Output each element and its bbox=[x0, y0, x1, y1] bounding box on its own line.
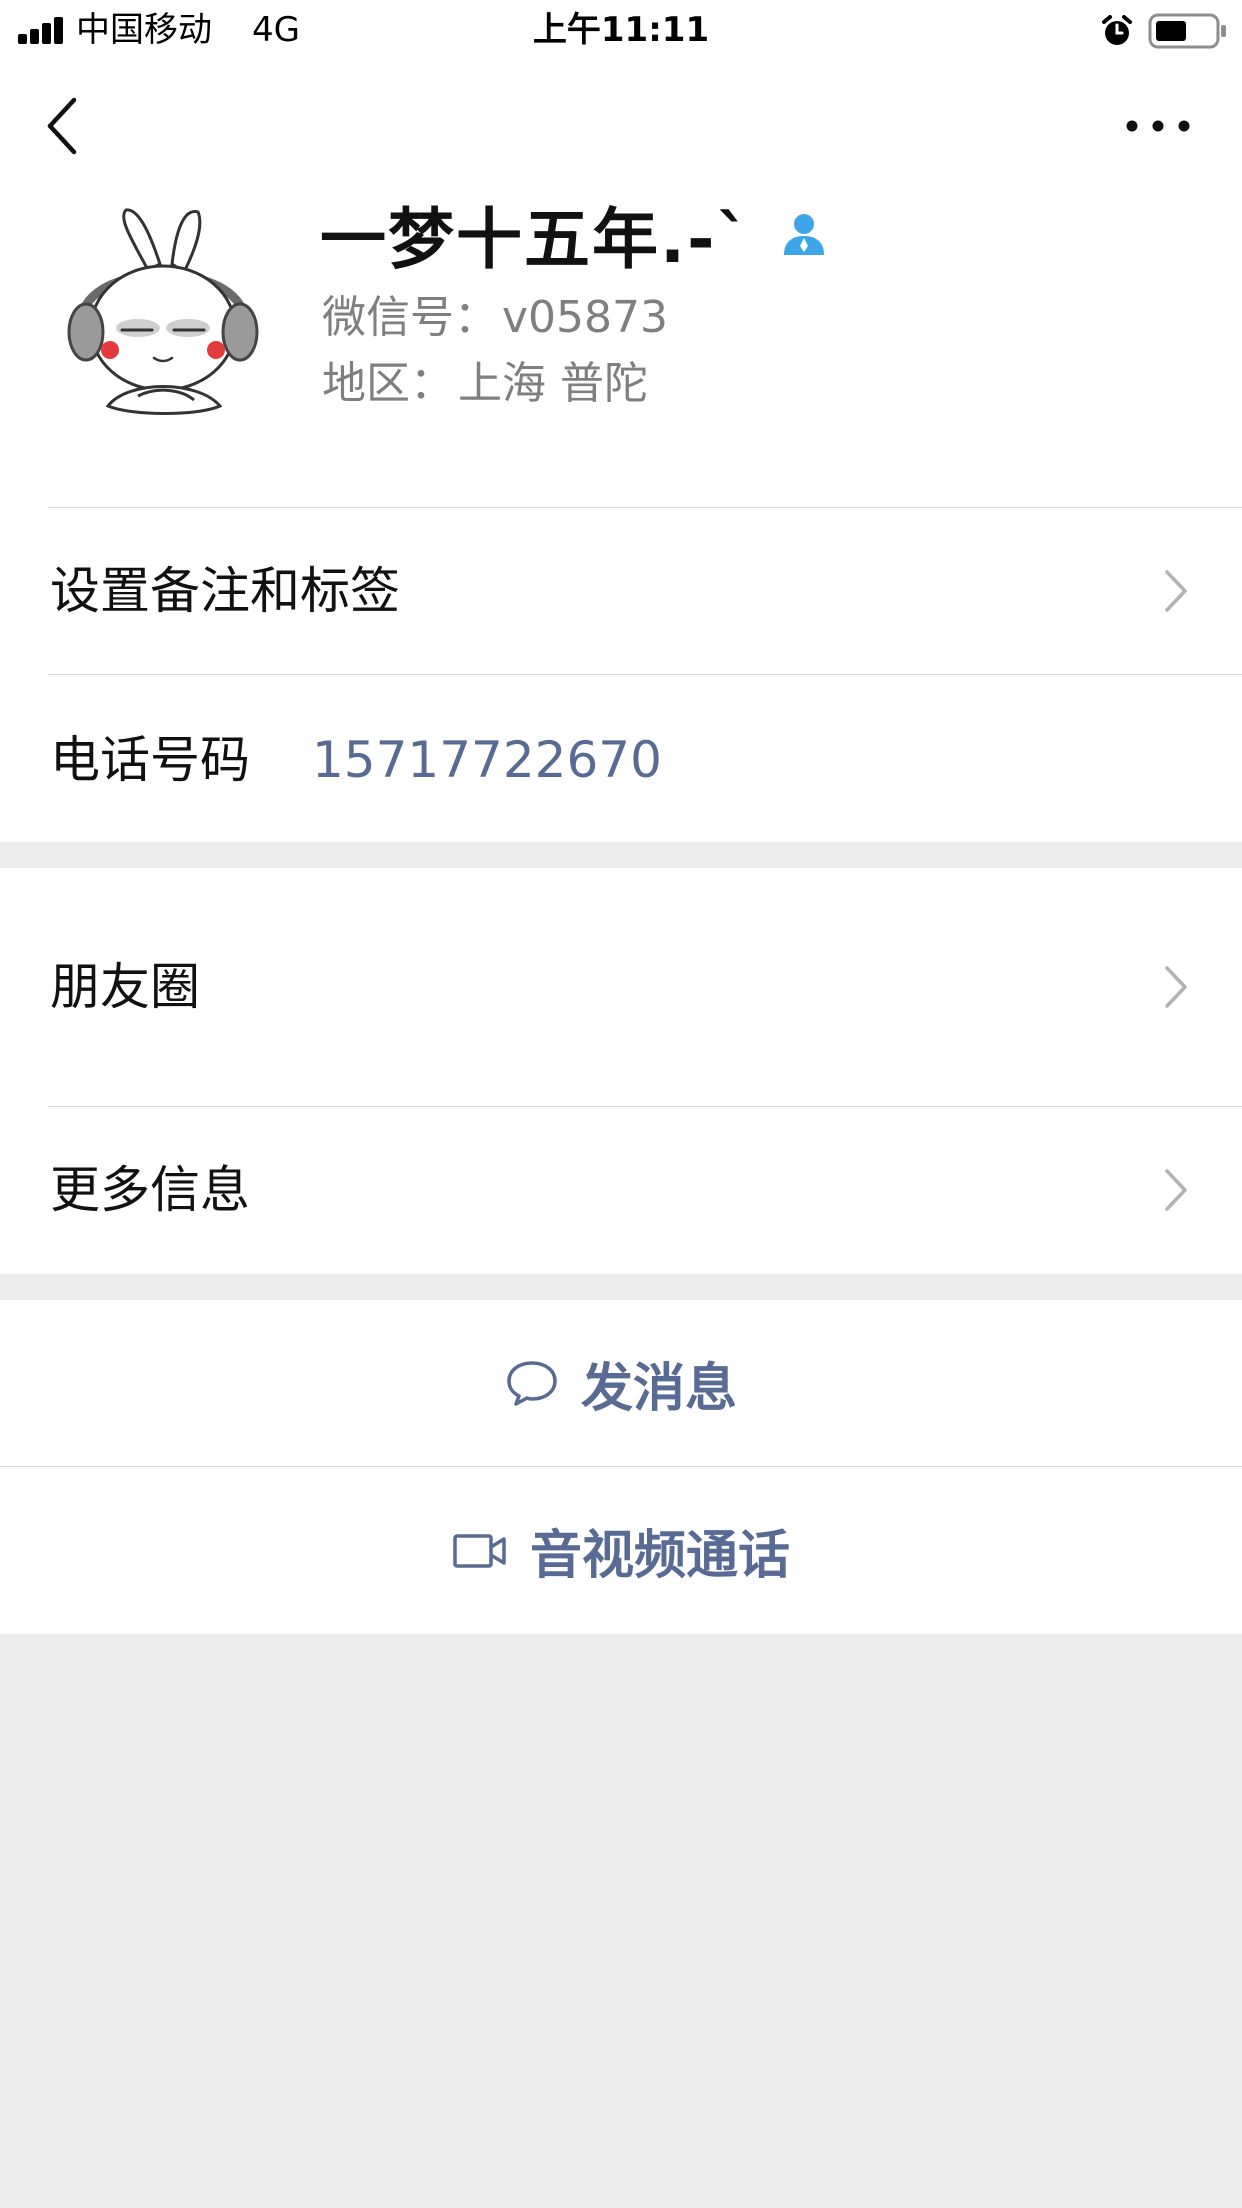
phone-number-link[interactable]: 15717722670 bbox=[312, 725, 662, 795]
profile-name-row: 一梦十五年.-` bbox=[320, 194, 827, 278]
remark-tags-label: 设置备注和标签 bbox=[50, 562, 400, 620]
battery-icon bbox=[1148, 13, 1226, 49]
more-info-label: 更多信息 bbox=[50, 1161, 250, 1219]
region-value: 上海 普陀 bbox=[458, 358, 648, 409]
more-options-icon[interactable] bbox=[1124, 102, 1192, 150]
chevron-right-icon bbox=[1165, 1169, 1187, 1211]
av-call-label: 音视频通话 bbox=[529, 1526, 790, 1586]
wechat-id: 微信号：v05873 bbox=[322, 290, 668, 346]
chevron-right-icon bbox=[1165, 570, 1187, 612]
av-call-button[interactable]: 音视频通话 bbox=[0, 1467, 1242, 1634]
status-bar: 中国移动 4G 上午11:11 bbox=[0, 0, 1242, 64]
chevron-right-icon bbox=[1165, 966, 1187, 1008]
profile-name: 一梦十五年.-` bbox=[320, 201, 752, 278]
male-gender-icon bbox=[784, 214, 825, 255]
send-message-label: 发消息 bbox=[580, 1358, 737, 1419]
region: 地区：上海 普陀 bbox=[322, 356, 648, 412]
video-camera-icon bbox=[453, 1533, 506, 1568]
moments-label: 朋友圈 bbox=[50, 958, 200, 1016]
region-label: 地区： bbox=[322, 358, 454, 409]
send-message-button[interactable]: 发消息 bbox=[0, 1300, 1242, 1466]
phone-label: 电话号码 bbox=[50, 731, 250, 789]
wechat-id-value: v05873 bbox=[502, 292, 669, 343]
wechat-id-label: 微信号： bbox=[322, 292, 498, 343]
avatar[interactable] bbox=[48, 200, 278, 430]
chat-bubble-icon bbox=[507, 1361, 557, 1406]
status-time: 上午11:11 bbox=[532, 10, 710, 50]
alarm-icon bbox=[1102, 15, 1132, 45]
back-arrow-icon[interactable] bbox=[40, 92, 88, 160]
